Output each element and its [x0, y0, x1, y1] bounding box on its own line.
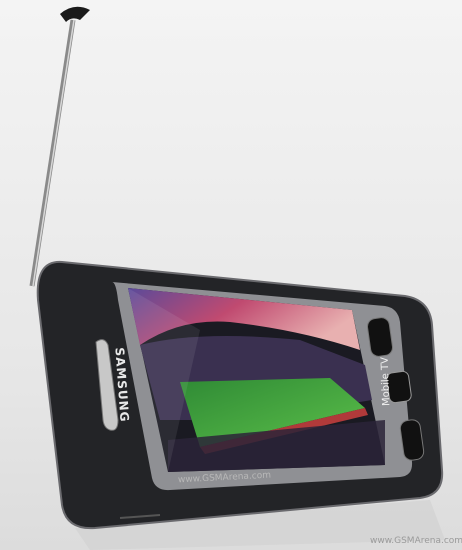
phone-photo [0, 0, 462, 550]
mobile-tv-label: Mobile TV [379, 356, 393, 407]
corner-watermark: www.GSMArena.com [370, 536, 462, 546]
